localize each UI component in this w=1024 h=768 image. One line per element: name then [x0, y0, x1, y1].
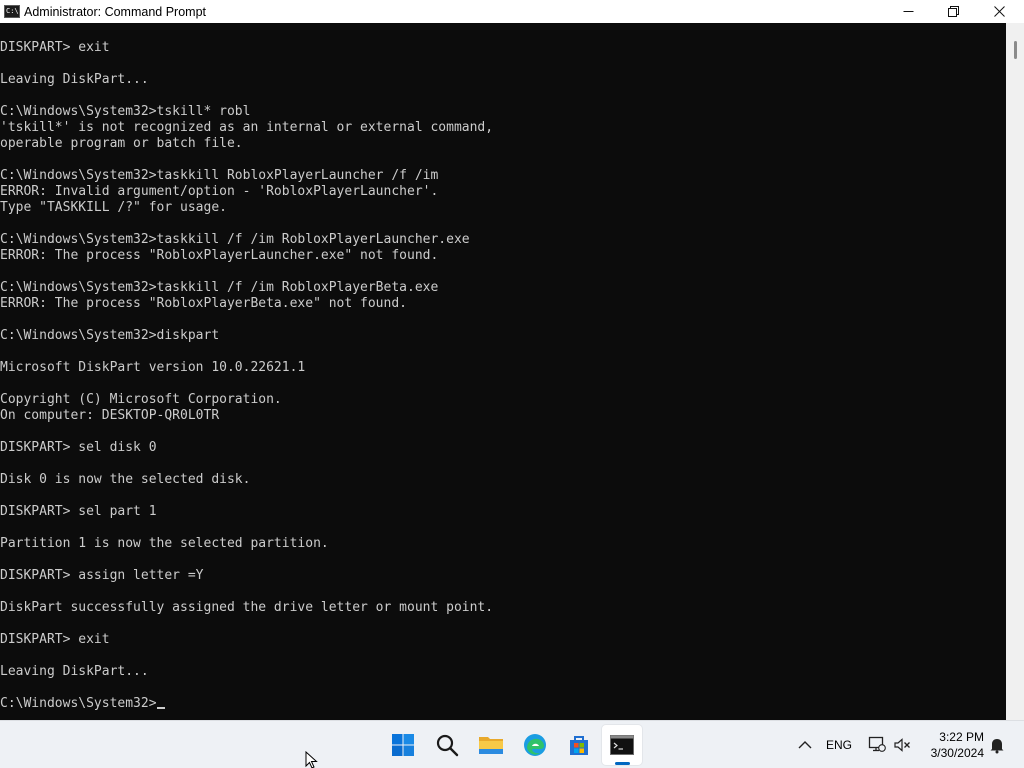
console-line: Leaving DiskPart...: [0, 72, 149, 87]
chevron-up-icon[interactable]: [795, 735, 815, 755]
taskbar: ENG 3:22 PM 3/30/2024: [0, 720, 1024, 768]
edge-icon: [524, 734, 546, 756]
notification-icon[interactable]: [988, 736, 1006, 754]
console-line: C:\Windows\System32>taskkill /f /im Robl…: [0, 280, 439, 295]
console-line: C:\Windows\System32>tskill* robl: [0, 104, 251, 119]
minimize-button[interactable]: [885, 0, 931, 23]
console-line: ERROR: The process "RobloxPlayerLauncher…: [0, 248, 439, 263]
mouse-pointer-icon: [305, 751, 318, 768]
console-line: Leaving DiskPart...: [0, 664, 149, 679]
console-line: ERROR: Invalid argument/option - 'Roblox…: [0, 184, 439, 199]
console-line: Copyright (C) Microsoft Corporation.: [0, 392, 282, 407]
close-button[interactable]: [976, 0, 1022, 23]
console-line: DiskPart successfully assigned the drive…: [0, 600, 494, 615]
clock-time: 3:22 PM: [939, 730, 984, 744]
taskbar-clock[interactable]: 3:22 PM 3/30/2024: [920, 729, 984, 761]
console-line: C:\Windows\System32>diskpart: [0, 328, 220, 343]
windows-logo-icon: [392, 734, 414, 756]
console-line: Microsoft DiskPart version 10.0.22621.1: [0, 360, 306, 375]
window-title-bar[interactable]: C:\ Administrator: Command Prompt: [0, 0, 1024, 23]
store-icon: [570, 736, 588, 755]
console-line: DISKPART> sel part 1: [0, 504, 157, 519]
terminal-icon: [610, 735, 634, 755]
console-line: Disk 0 is now the selected disk.: [0, 472, 251, 487]
volume-muted-icon[interactable]: [893, 736, 911, 754]
console-line: C:\Windows\System32>taskkill RobloxPlaye…: [0, 168, 439, 183]
edge-browser-button[interactable]: [515, 725, 555, 765]
console-text: DISKPART> exit Leaving DiskPart... C:\Wi…: [0, 40, 493, 712]
maximize-button[interactable]: [930, 0, 976, 23]
search-button[interactable]: [427, 725, 467, 765]
clock-date: 3/30/2024: [930, 746, 984, 760]
close-icon: [993, 6, 1005, 17]
active-app-indicator: [615, 762, 630, 765]
folder-icon: [479, 737, 503, 754]
console-line: C:\Windows\System32>taskkill /f /im Robl…: [0, 232, 470, 247]
file-explorer-button[interactable]: [471, 725, 511, 765]
console-line: On computer: DESKTOP-QR0L0TR: [0, 408, 220, 423]
command-prompt-icon: C:\: [4, 5, 20, 18]
restore-icon: [947, 6, 959, 17]
command-prompt-line: C:\Windows\System32>: [0, 696, 157, 711]
console-line: DISKPART> assign letter =Y: [0, 568, 204, 583]
console-output-area[interactable]: DISKPART> exit Leaving DiskPart... C:\Wi…: [0, 23, 1006, 720]
text-cursor: [156, 707, 165, 709]
console-line: DISKPART> exit: [0, 632, 110, 647]
console-line: ERROR: The process "RobloxPlayerBeta.exe…: [0, 296, 407, 311]
desktop-screen: C:\ Administrator: Command Prompt DISKPA…: [0, 0, 1024, 768]
console-line: DISKPART> exit: [0, 40, 110, 55]
input-language-indicator[interactable]: ENG: [826, 738, 852, 752]
minimize-icon: [903, 11, 913, 12]
microsoft-store-button[interactable]: [559, 725, 599, 765]
console-line: Type "TASKKILL /?" for usage.: [0, 200, 227, 215]
console-line: 'tskill*' is not recognized as an intern…: [0, 120, 494, 135]
window-title: Administrator: Command Prompt: [24, 4, 207, 19]
scrollbar-thumb[interactable]: [1014, 41, 1017, 59]
command-prompt-taskbar-button[interactable]: [602, 725, 642, 765]
network-icon[interactable]: [868, 735, 886, 753]
console-line: operable program or batch file.: [0, 136, 243, 151]
start-button[interactable]: [383, 725, 423, 765]
search-icon: [436, 734, 459, 757]
console-history: DISKPART> exit Leaving DiskPart... C:\Wi…: [0, 40, 493, 679]
vertical-scrollbar[interactable]: [1006, 23, 1024, 720]
console-line: DISKPART> sel disk 0: [0, 440, 157, 455]
console-line: Partition 1 is now the selected partitio…: [0, 536, 329, 551]
